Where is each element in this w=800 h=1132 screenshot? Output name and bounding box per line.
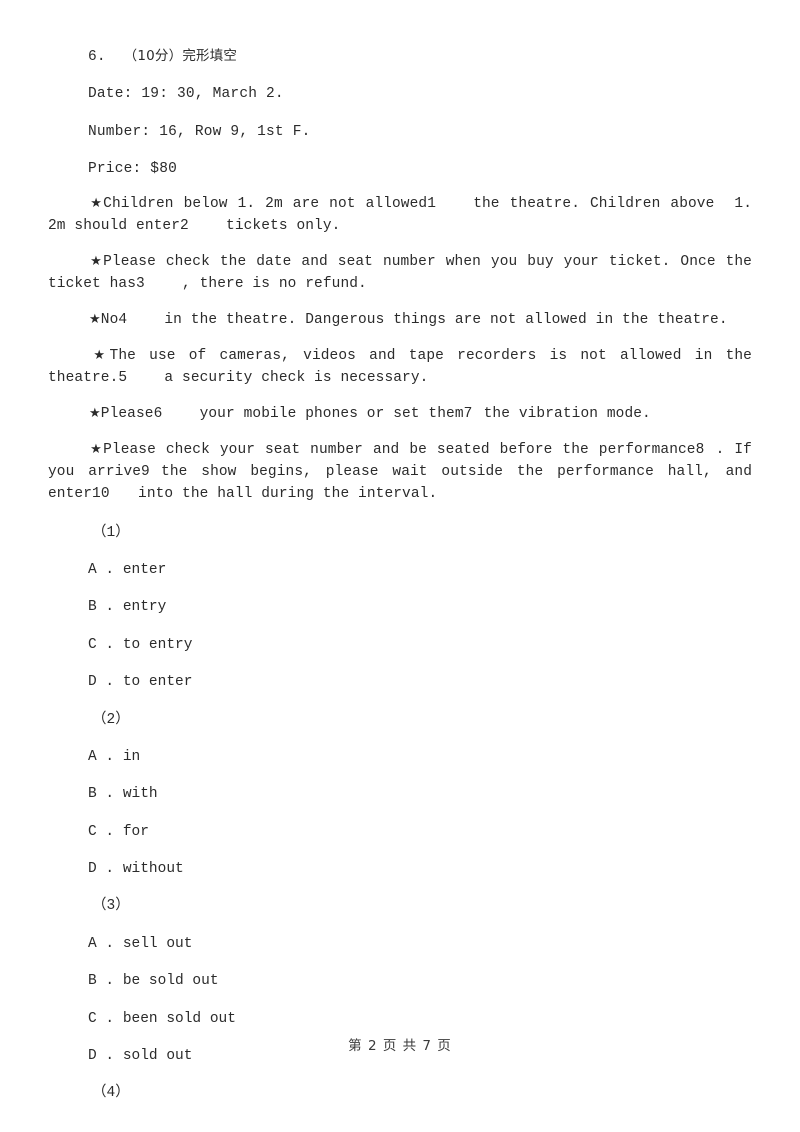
page-footer: 第 2 页 共 7 页 [348, 1038, 452, 1054]
rule-paragraph-4: ★The use of cameras, videos and tape rec… [48, 331, 752, 389]
blank-4: 4 [118, 311, 128, 328]
option-group-4-label: （4） [92, 1085, 130, 1102]
blank-2: 2 [180, 217, 189, 234]
option-group-3-label: （3） [92, 898, 130, 915]
rule-paragraph-2: ★Please check the date and seat number w… [48, 237, 752, 295]
option-text: in [122, 748, 141, 765]
ticket-number-line: Number: 16, Row 9, 1st F. [88, 123, 311, 140]
option-text: to entry [122, 636, 193, 653]
option-group-2-label: （2） [92, 711, 130, 728]
option-3-a[interactable]: A . sell out [88, 916, 752, 953]
option-text: sell out [122, 935, 193, 952]
option-1-b[interactable]: B . entry [88, 579, 752, 616]
rule-5-pre: Please [100, 405, 154, 422]
option-group-1-label: （1） [92, 524, 130, 541]
question-heading: 6. （10分）完形填空 [88, 40, 752, 66]
option-separator: . [96, 561, 123, 578]
rule-2-post: , there is no refund. [182, 275, 367, 292]
option-2-c[interactable]: C . for [88, 804, 752, 841]
blank-3: 3 [136, 275, 145, 292]
option-letter: D [88, 861, 97, 878]
option-3-c[interactable]: C . been sold out [88, 991, 752, 1028]
option-letter: D [88, 674, 97, 691]
rule-3-pre: No [100, 311, 119, 328]
option-separator: . [96, 599, 123, 616]
option-letter: C [88, 823, 97, 840]
option-letter: A [88, 935, 97, 952]
heading-space [106, 49, 124, 65]
rule-paragraph-6: ★Please check your seat number and be se… [48, 425, 752, 505]
option-2-a[interactable]: A . in [88, 729, 752, 766]
option-letter: A [88, 748, 97, 765]
blank-6: 6 [153, 405, 163, 422]
star-bullet-icon: ★ [89, 441, 104, 457]
blank-5: 5 [118, 369, 128, 386]
option-text: be sold out [122, 973, 219, 990]
option-text: for [122, 823, 149, 840]
rule-5-mid: your mobile phones or set them [199, 405, 464, 422]
blank-10: 10 [92, 485, 110, 502]
rule-6-post: into the hall during the interval. [138, 485, 438, 502]
rule-paragraph-1: ★Children below 1. 2m are not allowed1 th… [48, 179, 752, 237]
blank-7: 7 [463, 405, 473, 422]
option-separator: . [96, 636, 123, 653]
rule-6-pre: Please check your seat number and be sea… [103, 441, 696, 458]
option-1-c[interactable]: C . to entry [88, 617, 752, 654]
option-text: been sold out [122, 1010, 236, 1027]
option-separator: . [96, 786, 123, 803]
ticket-price-line: Price: $80 [88, 161, 178, 178]
option-separator: . [96, 861, 123, 878]
star-bullet-icon: ★ [89, 253, 104, 269]
option-separator: . [96, 973, 123, 990]
option-separator: . [96, 674, 123, 691]
option-3-b[interactable]: B . be sold out [88, 953, 752, 990]
option-text: with [122, 786, 158, 803]
star-bullet-icon: ★ [89, 347, 110, 363]
option-1-a[interactable]: A . enter [88, 542, 752, 579]
option-separator: . [96, 823, 123, 840]
star-bullet-icon: ★ [89, 311, 101, 327]
option-group-4: （4） [48, 1065, 752, 1102]
rule-5-post: the vibration mode. [483, 405, 651, 422]
option-letter: A [88, 561, 97, 578]
option-2-d[interactable]: D . without [88, 841, 752, 878]
question-score: （10分） [123, 48, 183, 64]
ticket-date-line: Date: 19: 30, March 2. [88, 86, 284, 103]
option-text: to enter [122, 674, 193, 691]
option-letter: B [88, 973, 97, 990]
option-separator: . [96, 1010, 123, 1027]
star-bullet-icon: ★ [89, 195, 104, 211]
star-bullet-icon: ★ [89, 405, 101, 421]
page-content: 6. （10分）完形填空 Date: 19: 30, March 2. Numb… [48, 40, 752, 1103]
option-separator: . [96, 935, 123, 952]
rule-paragraph-3: ★No4 in the theatre. Dangerous things are… [48, 295, 752, 331]
document-page: 6. （10分）完形填空 Date: 19: 30, March 2. Numb… [0, 0, 800, 1132]
option-text: without [122, 861, 184, 878]
question-type: 完形填空 [182, 48, 238, 64]
option-letter: C [88, 636, 97, 653]
option-2-b[interactable]: B . with [88, 766, 752, 803]
option-group-1: （1） A . enter B . entry C . to entry D .… [48, 505, 752, 692]
rule-3-post: in the theatre. Dangerous things are not… [164, 311, 728, 328]
option-text: enter [122, 561, 167, 578]
option-letter: C [88, 1010, 97, 1027]
rule-1-post: tickets only. [226, 217, 341, 234]
rule-paragraph-5: ★Please6 your mobile phones or set them7 t… [48, 389, 752, 425]
question-number: 6. [88, 49, 106, 65]
rule-4-post: a security check is necessary. [164, 369, 429, 386]
option-group-2: （2） A . in B . with C . for D . without [48, 692, 752, 879]
option-1-d[interactable]: D . to enter [88, 654, 752, 691]
option-letter: B [88, 786, 97, 803]
blank-8: 8 [695, 441, 705, 458]
rule-1-pre: Children below 1. 2m are not allowed [103, 195, 428, 212]
blank-1: 1 [427, 195, 436, 212]
option-letter: B [88, 599, 97, 616]
option-text: entry [122, 599, 167, 616]
blank-9: 9 [141, 463, 150, 480]
option-separator: . [96, 748, 123, 765]
